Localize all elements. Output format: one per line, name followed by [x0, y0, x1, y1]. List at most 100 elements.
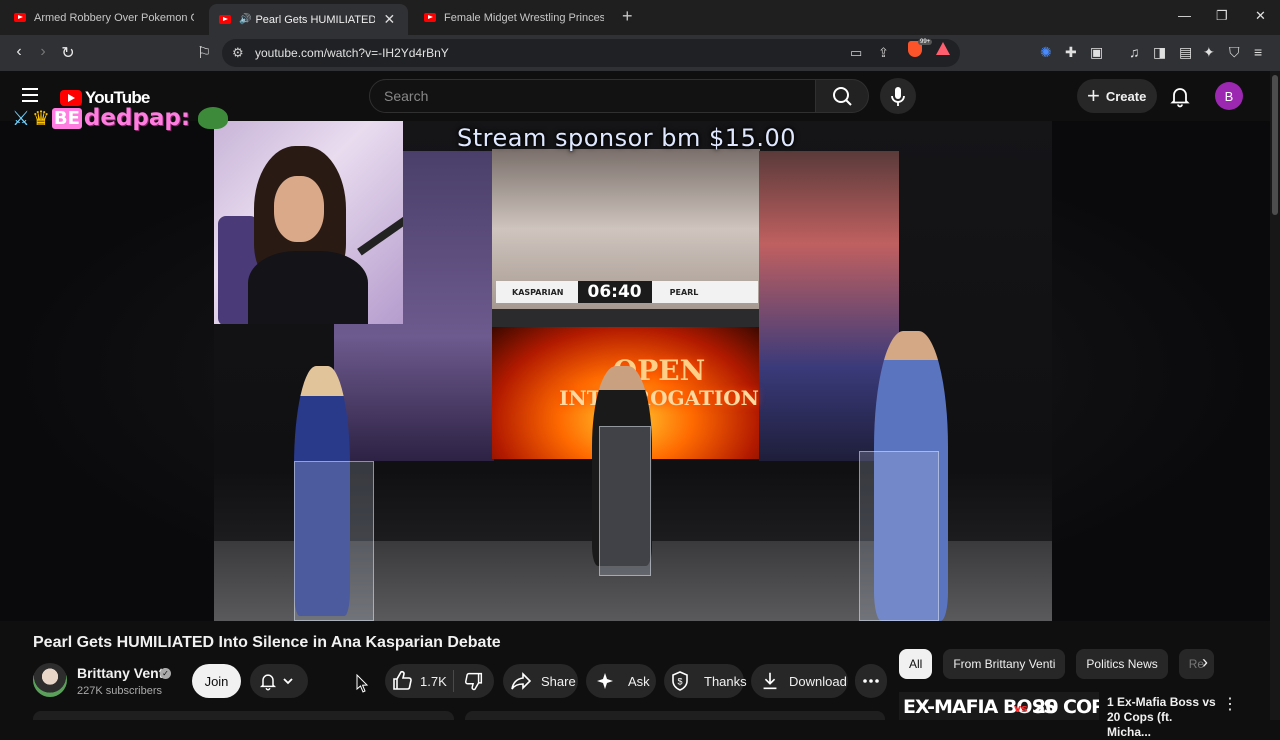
download-label: Download [789, 673, 847, 689]
thanks-button[interactable]: $ Thanks [664, 664, 747, 698]
sidebar-toggle-icon[interactable]: ◨ [1153, 44, 1166, 61]
download-button[interactable]: Download [751, 664, 848, 698]
browser-toolbar: ‹ › ↻ ⚐ ⚙ youtube.com/watch?v=-IH2Yd4rBn… [0, 35, 1280, 71]
more-actions-button[interactable] [855, 664, 887, 698]
more-horizontal-icon [863, 679, 879, 683]
join-button[interactable]: Join [192, 664, 241, 698]
brave-rewards-icon[interactable] [936, 42, 950, 55]
tab-title: Armed Robbery Over Pokemon Card [34, 11, 194, 24]
voice-search-button[interactable] [880, 78, 916, 114]
share-arrow-icon [511, 672, 532, 690]
svg-text:$: $ [677, 677, 682, 687]
youtube-play-icon [60, 90, 82, 106]
chip-from-channel[interactable]: From Brittany Venti [943, 649, 1066, 679]
stage-line-1: OPEN [612, 354, 706, 387]
like-dislike-group: 1.7K [385, 664, 494, 698]
search-field[interactable] [369, 79, 816, 113]
search-button[interactable] [815, 79, 869, 113]
recommended-title[interactable]: 1 Ex-Mafia Boss vs 20 Cops (ft. Micha... [1107, 695, 1217, 740]
create-button[interactable]: + Create [1077, 79, 1157, 113]
share-button[interactable]: Share [503, 664, 578, 698]
cast-icon[interactable]: ▭ [850, 45, 862, 61]
microphone-icon [891, 87, 905, 106]
close-window-button[interactable]: ✕ [1255, 8, 1266, 24]
leo-ai-icon[interactable]: ✦ [1203, 44, 1215, 61]
scrollbar-thumb[interactable] [1272, 75, 1278, 215]
podium-center [599, 426, 651, 576]
search-input[interactable] [370, 80, 815, 112]
debate-timer: 06:40 [577, 281, 652, 303]
super-thanks-icon: $ [672, 671, 688, 691]
dislike-button[interactable] [454, 670, 494, 692]
media-icon[interactable]: ♫ [1129, 44, 1140, 60]
tab-pearl-video[interactable]: 🔊 Pearl Gets HUMILIATED Into Si ✕ [209, 4, 408, 35]
menu-icon[interactable]: ≡ [1254, 44, 1262, 60]
screenshot-icon[interactable]: ▣ [1090, 44, 1103, 61]
like-button[interactable]: 1.7K [385, 669, 453, 693]
bell-icon [1170, 88, 1190, 108]
bell-icon [259, 674, 277, 691]
tab-title: Female Midget Wrestling Princess Lit [444, 11, 604, 24]
new-tab-button[interactable]: + [622, 6, 633, 27]
chip-related[interactable]: Re [1178, 649, 1215, 679]
stream-overlay-name: ⚔ ♛ BE dedpap: [12, 105, 229, 131]
minimize-button[interactable]: — [1178, 8, 1191, 23]
mouse-cursor-icon [356, 674, 369, 693]
subscriber-count: 227K subscribers [77, 685, 162, 697]
speaker-icon[interactable]: 🔊 [239, 14, 251, 25]
sparkle-icon [597, 673, 613, 689]
more-vertical-icon[interactable]: ⋮ [1222, 694, 1238, 714]
recommended-thumbnail[interactable]: EX-MAFIA BOSS vs 20 COPS [899, 692, 1099, 720]
subscribed-notifications-button[interactable] [250, 664, 308, 698]
search-icon [833, 87, 852, 106]
share-label: Share [541, 673, 576, 689]
page-scrollbar[interactable] [1270, 71, 1280, 720]
thumb-text-right: 20 COPS [1033, 696, 1099, 718]
youtube-favicon-icon [424, 13, 436, 22]
wallet-icon[interactable]: ▤ [1179, 44, 1192, 61]
guide-menu-icon[interactable] [22, 88, 38, 102]
thumbs-up-icon [393, 670, 412, 690]
extension-1-icon[interactable]: ✺ [1040, 44, 1052, 61]
chip-politics-news[interactable]: Politics News [1076, 649, 1168, 679]
site-settings-icon[interactable]: ⚙ [232, 45, 244, 61]
browser-tab-strip: Armed Robbery Over Pokemon Card 🔊 Pearl … [0, 0, 1280, 35]
sword-icon: ⚔ [12, 106, 30, 130]
chip-all[interactable]: All [899, 649, 933, 679]
tab-female-wrestling[interactable]: Female Midget Wrestling Princess Lit [414, 4, 614, 31]
video-title: Pearl Gets HUMILIATED Into Silence in An… [33, 634, 501, 651]
debate-scoreboard: KASPARIAN 06:40 PEARL [496, 281, 758, 303]
podium-right [859, 451, 939, 621]
related-chip-bar: All From Brittany Venti Politics News Re [899, 649, 1225, 679]
extensions-puzzle-icon[interactable]: ✚ [1065, 44, 1077, 61]
back-button[interactable]: ‹ [9, 43, 29, 61]
chevron-right-icon[interactable]: › [1202, 652, 1208, 673]
address-bar[interactable]: ⚙ youtube.com/watch?v=-IH2Yd4rBnY ▭ ⇪ [222, 39, 960, 67]
crown-icon: ♛ [31, 106, 50, 130]
channel-avatar[interactable] [33, 663, 67, 697]
channel-name[interactable]: Brittany Venti [77, 665, 167, 681]
account-avatar[interactable]: B [1215, 82, 1243, 110]
stage-graphic-text: OPEN INTERROGATION [554, 354, 764, 409]
share-page-icon[interactable]: ⇪ [878, 45, 889, 61]
stream-sponsor-banner: Stream sponsor bm $15.00 [457, 124, 796, 152]
podium-left [294, 461, 374, 621]
thumbs-down-icon [465, 672, 483, 691]
vpn-icon[interactable]: ⛉ [1229, 44, 1240, 61]
ask-button[interactable]: Ask [586, 664, 656, 698]
shields-count-badge: 99+ [918, 39, 933, 45]
restore-button[interactable]: ❐ [1216, 8, 1228, 24]
close-tab-icon[interactable]: ✕ [383, 11, 395, 28]
tab-title: Pearl Gets HUMILIATED Into Si [255, 13, 376, 26]
streamer-webcam [214, 121, 403, 324]
thumb-text-vs: vs [1014, 702, 1028, 715]
chevron-down-icon [283, 678, 293, 685]
comments-preview[interactable] [465, 711, 885, 720]
reload-button[interactable]: ↻ [58, 43, 78, 63]
notifications-button[interactable] [1168, 84, 1192, 113]
description-box[interactable] [33, 711, 454, 720]
bookmark-icon[interactable]: ⚐ [194, 43, 214, 63]
overlay-handle: dedpap: [83, 105, 191, 131]
forward-button[interactable]: › [33, 43, 53, 61]
tab-armed-robbery[interactable]: Armed Robbery Over Pokemon Card [4, 4, 204, 31]
